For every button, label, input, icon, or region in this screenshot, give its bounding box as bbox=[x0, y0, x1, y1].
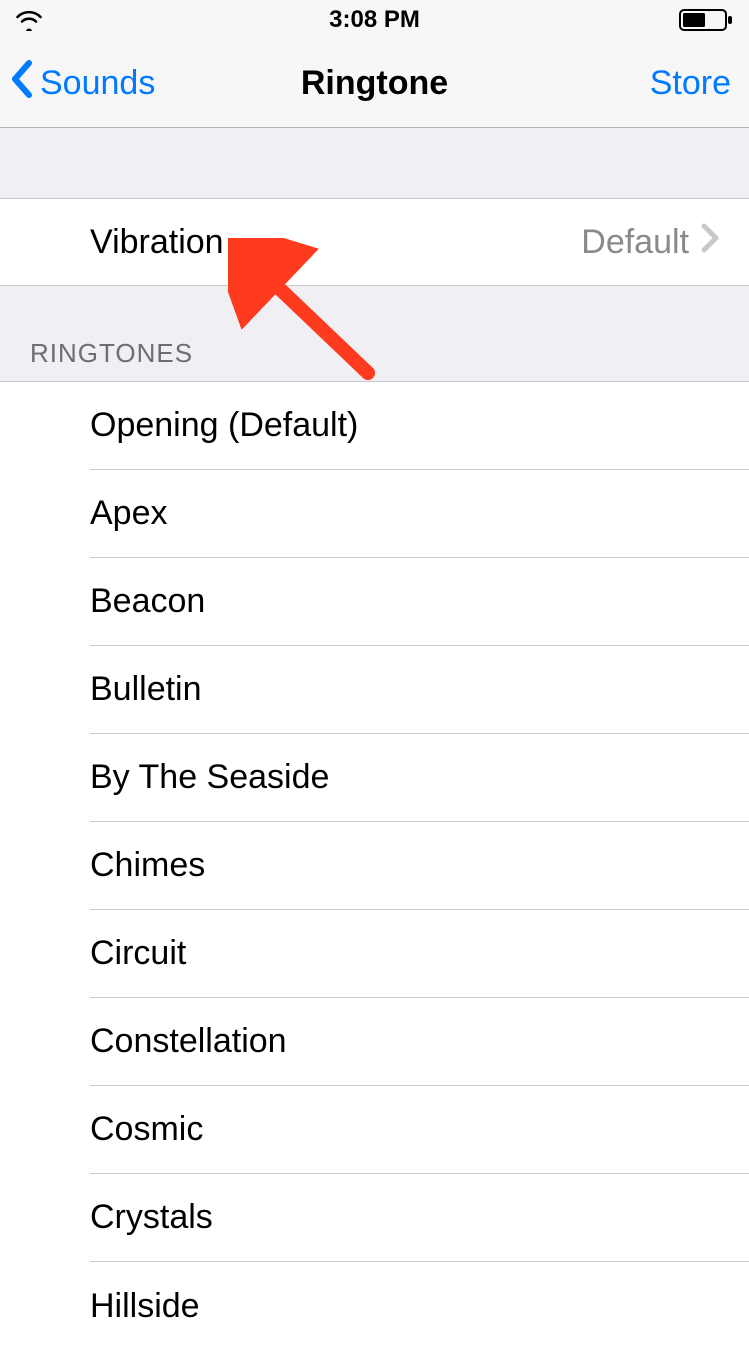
ringtones-header: RINGTONES bbox=[0, 286, 749, 381]
status-left bbox=[14, 9, 44, 31]
vibration-cell[interactable]: Vibration Default bbox=[0, 198, 749, 286]
nav-bar: Sounds Ringtone Store bbox=[0, 40, 749, 128]
ringtone-label: Cosmic bbox=[90, 1086, 749, 1174]
ringtone-item[interactable]: Cosmic bbox=[0, 1086, 749, 1174]
ringtone-label: Hillside bbox=[90, 1262, 749, 1350]
ringtone-label: Bulletin bbox=[90, 646, 749, 734]
chevron-left-icon bbox=[10, 59, 34, 108]
ringtone-item[interactable]: Constellation bbox=[0, 998, 749, 1086]
ringtones-list: Opening (Default) Apex Beacon Bulletin B… bbox=[0, 381, 749, 1350]
ringtone-item[interactable]: Apex bbox=[0, 470, 749, 558]
ringtone-label: By The Seaside bbox=[90, 734, 749, 822]
ringtone-label: Crystals bbox=[90, 1174, 749, 1262]
chevron-right-icon bbox=[701, 223, 719, 262]
status-bar: 3:08 PM bbox=[0, 0, 749, 40]
vibration-label: Vibration bbox=[90, 223, 581, 262]
status-time: 3:08 PM bbox=[329, 6, 420, 34]
ringtone-label: Beacon bbox=[90, 558, 749, 646]
ringtone-item[interactable]: Circuit bbox=[0, 910, 749, 998]
ringtone-item[interactable]: Chimes bbox=[0, 822, 749, 910]
ringtone-label: Chimes bbox=[90, 822, 749, 910]
wifi-icon bbox=[14, 9, 44, 31]
status-right bbox=[679, 8, 735, 32]
back-button[interactable]: Sounds bbox=[10, 59, 155, 108]
ringtone-label: Apex bbox=[90, 470, 749, 558]
ringtone-item[interactable]: By The Seaside bbox=[0, 734, 749, 822]
ringtone-item[interactable]: Crystals bbox=[0, 1174, 749, 1262]
ringtone-item[interactable]: Opening (Default) bbox=[0, 382, 749, 470]
vibration-value: Default bbox=[581, 223, 689, 262]
ringtone-item[interactable]: Bulletin bbox=[0, 646, 749, 734]
section-spacer bbox=[0, 128, 749, 198]
ringtone-label: Circuit bbox=[90, 910, 749, 998]
ringtone-item[interactable]: Hillside bbox=[0, 1262, 749, 1350]
ringtone-label: Constellation bbox=[90, 998, 749, 1086]
ringtone-item[interactable]: Beacon bbox=[0, 558, 749, 646]
page-title: Ringtone bbox=[301, 64, 448, 103]
battery-icon bbox=[679, 8, 735, 32]
store-button[interactable]: Store bbox=[650, 64, 731, 103]
back-label: Sounds bbox=[40, 64, 155, 103]
ringtone-label: Opening (Default) bbox=[90, 382, 749, 470]
